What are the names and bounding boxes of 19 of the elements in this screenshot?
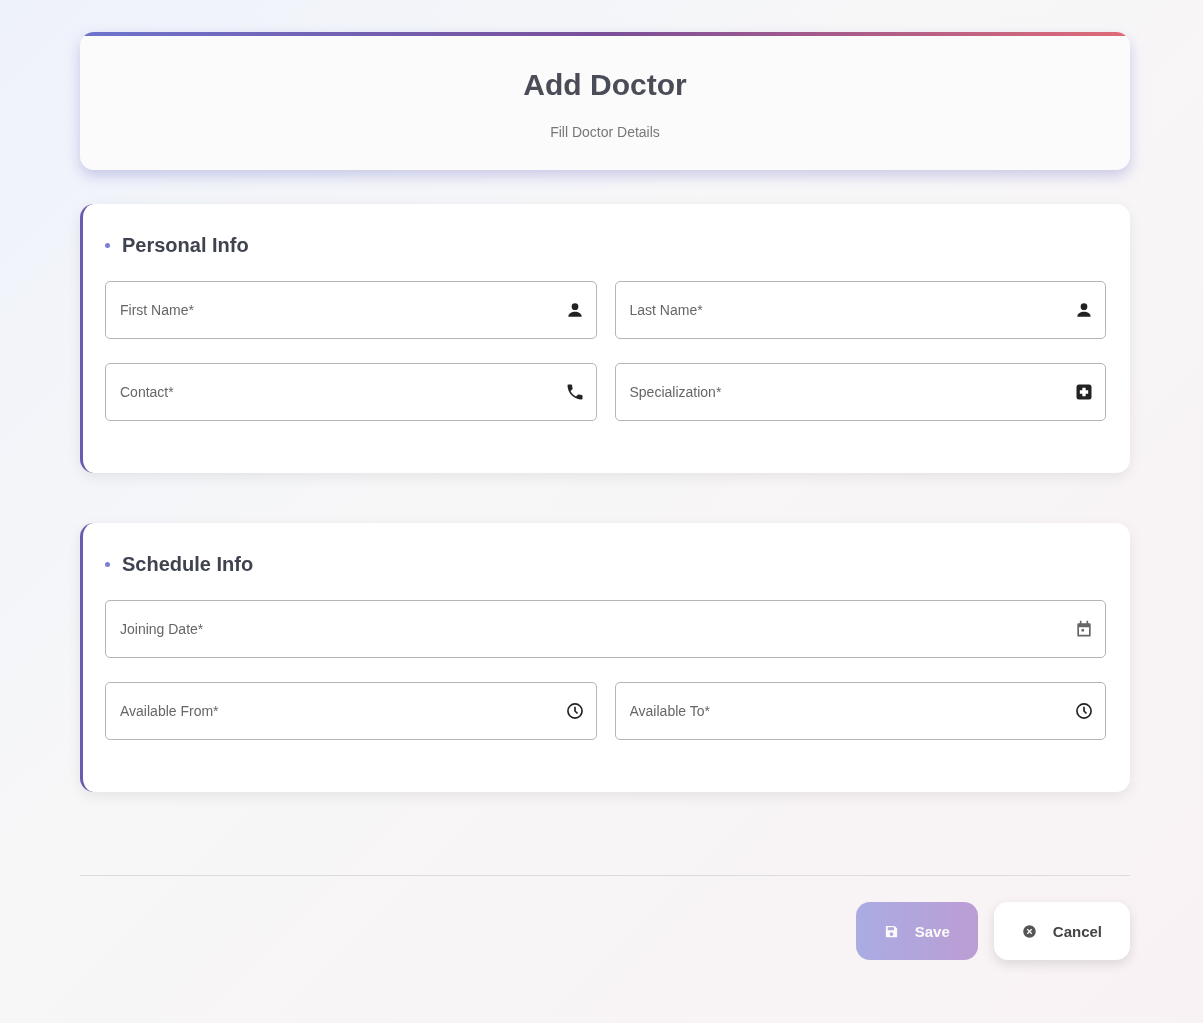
bullet-icon <box>105 243 110 248</box>
input-field[interactable]: Contact* <box>105 363 597 421</box>
person-icon <box>1074 300 1094 320</box>
section-title: Schedule Info <box>122 553 254 576</box>
section-title: Personal Info <box>122 234 249 257</box>
cancel-button[interactable]: Cancel <box>993 902 1130 960</box>
input-field[interactable]: Last Name* <box>614 281 1106 339</box>
calendar-icon <box>1074 619 1094 639</box>
clock-icon <box>564 701 585 721</box>
bullet-icon <box>105 562 110 567</box>
page-subtitle: Fill Doctor Details <box>549 124 661 140</box>
input-field[interactable]: Joining Date* <box>105 600 1106 658</box>
input-field[interactable]: Specialization* <box>614 363 1106 421</box>
input-field[interactable]: Available From* <box>105 682 597 740</box>
close-icon <box>1021 923 1037 939</box>
clock-icon <box>1074 701 1094 721</box>
page-title: Add Doctor <box>522 68 688 102</box>
input-field[interactable]: Available To* <box>614 682 1106 740</box>
input-field[interactable]: First Name* <box>105 281 597 339</box>
